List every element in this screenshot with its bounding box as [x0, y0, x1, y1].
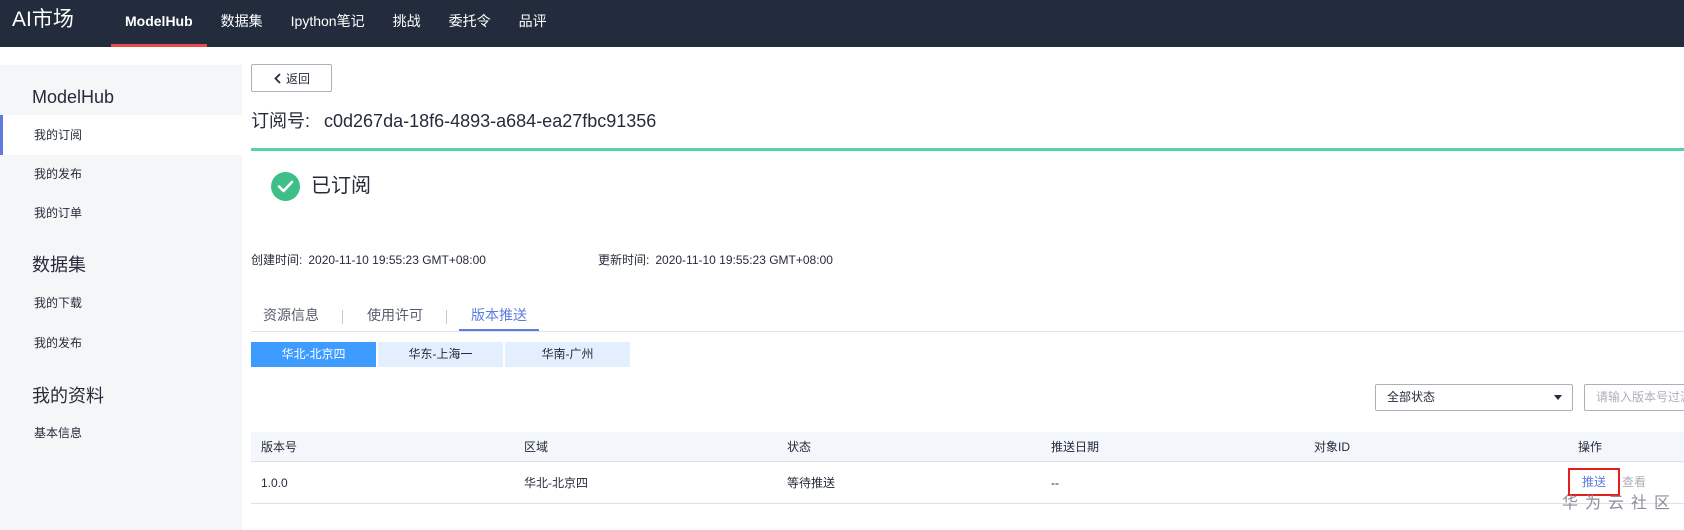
updated-time-label: 更新时间: [598, 253, 650, 267]
detail-tabs: 资源信息 使用许可 版本推送 [251, 305, 1684, 332]
cell-status: 等待推送 [787, 476, 836, 490]
page-title: 订阅号: c0d267da-18f6-4893-a684-ea27fbc91356 [251, 110, 656, 132]
updated-time: 更新时间: 2020-11-10 19:55:23 GMT+08:00 [598, 253, 833, 267]
tab-resource-info[interactable]: 资源信息 [263, 305, 319, 325]
column-header-version: 版本号 [261, 440, 298, 454]
brand-logo[interactable]: AI市场 [12, 8, 74, 32]
sidebar: ModelHub 我的订阅 我的发布 我的订单 数据集 我的下载 我的发布 我的… [0, 65, 242, 530]
tab-divider [446, 310, 447, 324]
table-row: 1.0.0 华北-北京四 等待推送 -- [251, 462, 1684, 504]
nav-item-ipython[interactable]: Ipython笔记 [277, 0, 379, 47]
view-button[interactable]: 查看 [1622, 475, 1646, 489]
status-filter-value: 全部状态 [1387, 390, 1436, 404]
sidebar-item-my-publications[interactable]: 我的发布 [0, 154, 242, 194]
sidebar-item-dataset-publications[interactable]: 我的发布 [0, 323, 242, 363]
column-header-actions: 操作 [1578, 440, 1603, 454]
column-header-region: 区域 [524, 440, 549, 454]
region-tab-south-guangzhou[interactable]: 华南-广州 [505, 342, 630, 367]
column-header-status: 状态 [787, 440, 812, 454]
nav-item-reviews[interactable]: 品评 [505, 0, 561, 47]
title-divider [251, 148, 1684, 151]
column-header-push-date: 推送日期 [1051, 440, 1100, 454]
nav-item-challenges[interactable]: 挑战 [379, 0, 435, 47]
column-header-object-id: 对象ID [1314, 440, 1351, 454]
created-time: 创建时间: 2020-11-10 19:55:23 GMT+08:00 [251, 253, 486, 267]
check-circle-icon [271, 172, 300, 201]
cell-push-date: -- [1051, 476, 1059, 490]
sidebar-item-basic-info[interactable]: 基本信息 [0, 413, 242, 453]
region-tab-east-shanghai1[interactable]: 华东-上海一 [378, 342, 503, 367]
created-time-label: 创建时间: [251, 253, 303, 267]
tab-divider [342, 310, 343, 324]
version-filter-input[interactable]: 请输入版本号过滤 [1584, 384, 1684, 411]
cell-version: 1.0.0 [261, 476, 288, 490]
region-tab-north-beijing4[interactable]: 华北-北京四 [251, 342, 376, 367]
status-filter-select[interactable]: 全部状态 [1375, 384, 1573, 411]
sidebar-group-title-datasets: 数据集 [32, 255, 86, 275]
tab-version-push[interactable]: 版本推送 [459, 305, 539, 331]
main-nav: ModelHub 数据集 Ipython笔记 挑战 委托令 品评 [111, 0, 561, 47]
tab-license[interactable]: 使用许可 [367, 305, 423, 325]
created-time-value: 2020-11-10 19:55:23 GMT+08:00 [308, 253, 486, 267]
sidebar-item-my-subscriptions[interactable]: 我的订阅 [0, 115, 242, 155]
caret-down-icon [1554, 395, 1562, 400]
top-navigation-bar: AI市场 ModelHub 数据集 Ipython笔记 挑战 委托令 品评 [0, 0, 1684, 47]
table-header: 版本号 区域 状态 推送日期 对象ID 操作 [251, 432, 1684, 462]
back-button[interactable]: 返回 [251, 64, 332, 92]
nav-item-datasets[interactable]: 数据集 [207, 0, 277, 47]
back-button-label: 返回 [285, 71, 310, 86]
nav-item-commissions[interactable]: 委托令 [435, 0, 505, 47]
updated-time-value: 2020-11-10 19:55:23 GMT+08:00 [655, 253, 833, 267]
region-selector: 华北-北京四 华东-上海一 华南-广州 [251, 342, 630, 367]
watermark: 华为云社区 [1562, 495, 1678, 512]
subscription-status: 已订阅 [311, 175, 371, 197]
subscription-id-value: c0d267da-18f6-4893-a684-ea27fbc91356 [324, 111, 657, 131]
nav-item-modelhub[interactable]: ModelHub [111, 0, 207, 47]
cell-region: 华北-北京四 [524, 476, 588, 490]
sidebar-item-my-orders[interactable]: 我的订单 [0, 193, 242, 233]
subscription-id-label: 订阅号: [251, 111, 311, 131]
sidebar-item-my-downloads[interactable]: 我的下载 [0, 283, 242, 323]
chevron-left-icon [273, 72, 282, 84]
push-button[interactable]: 推送 [1568, 468, 1620, 496]
sidebar-group-title-my-profile: 我的资料 [32, 386, 104, 406]
sidebar-group-title-modelhub: ModelHub [32, 87, 115, 107]
